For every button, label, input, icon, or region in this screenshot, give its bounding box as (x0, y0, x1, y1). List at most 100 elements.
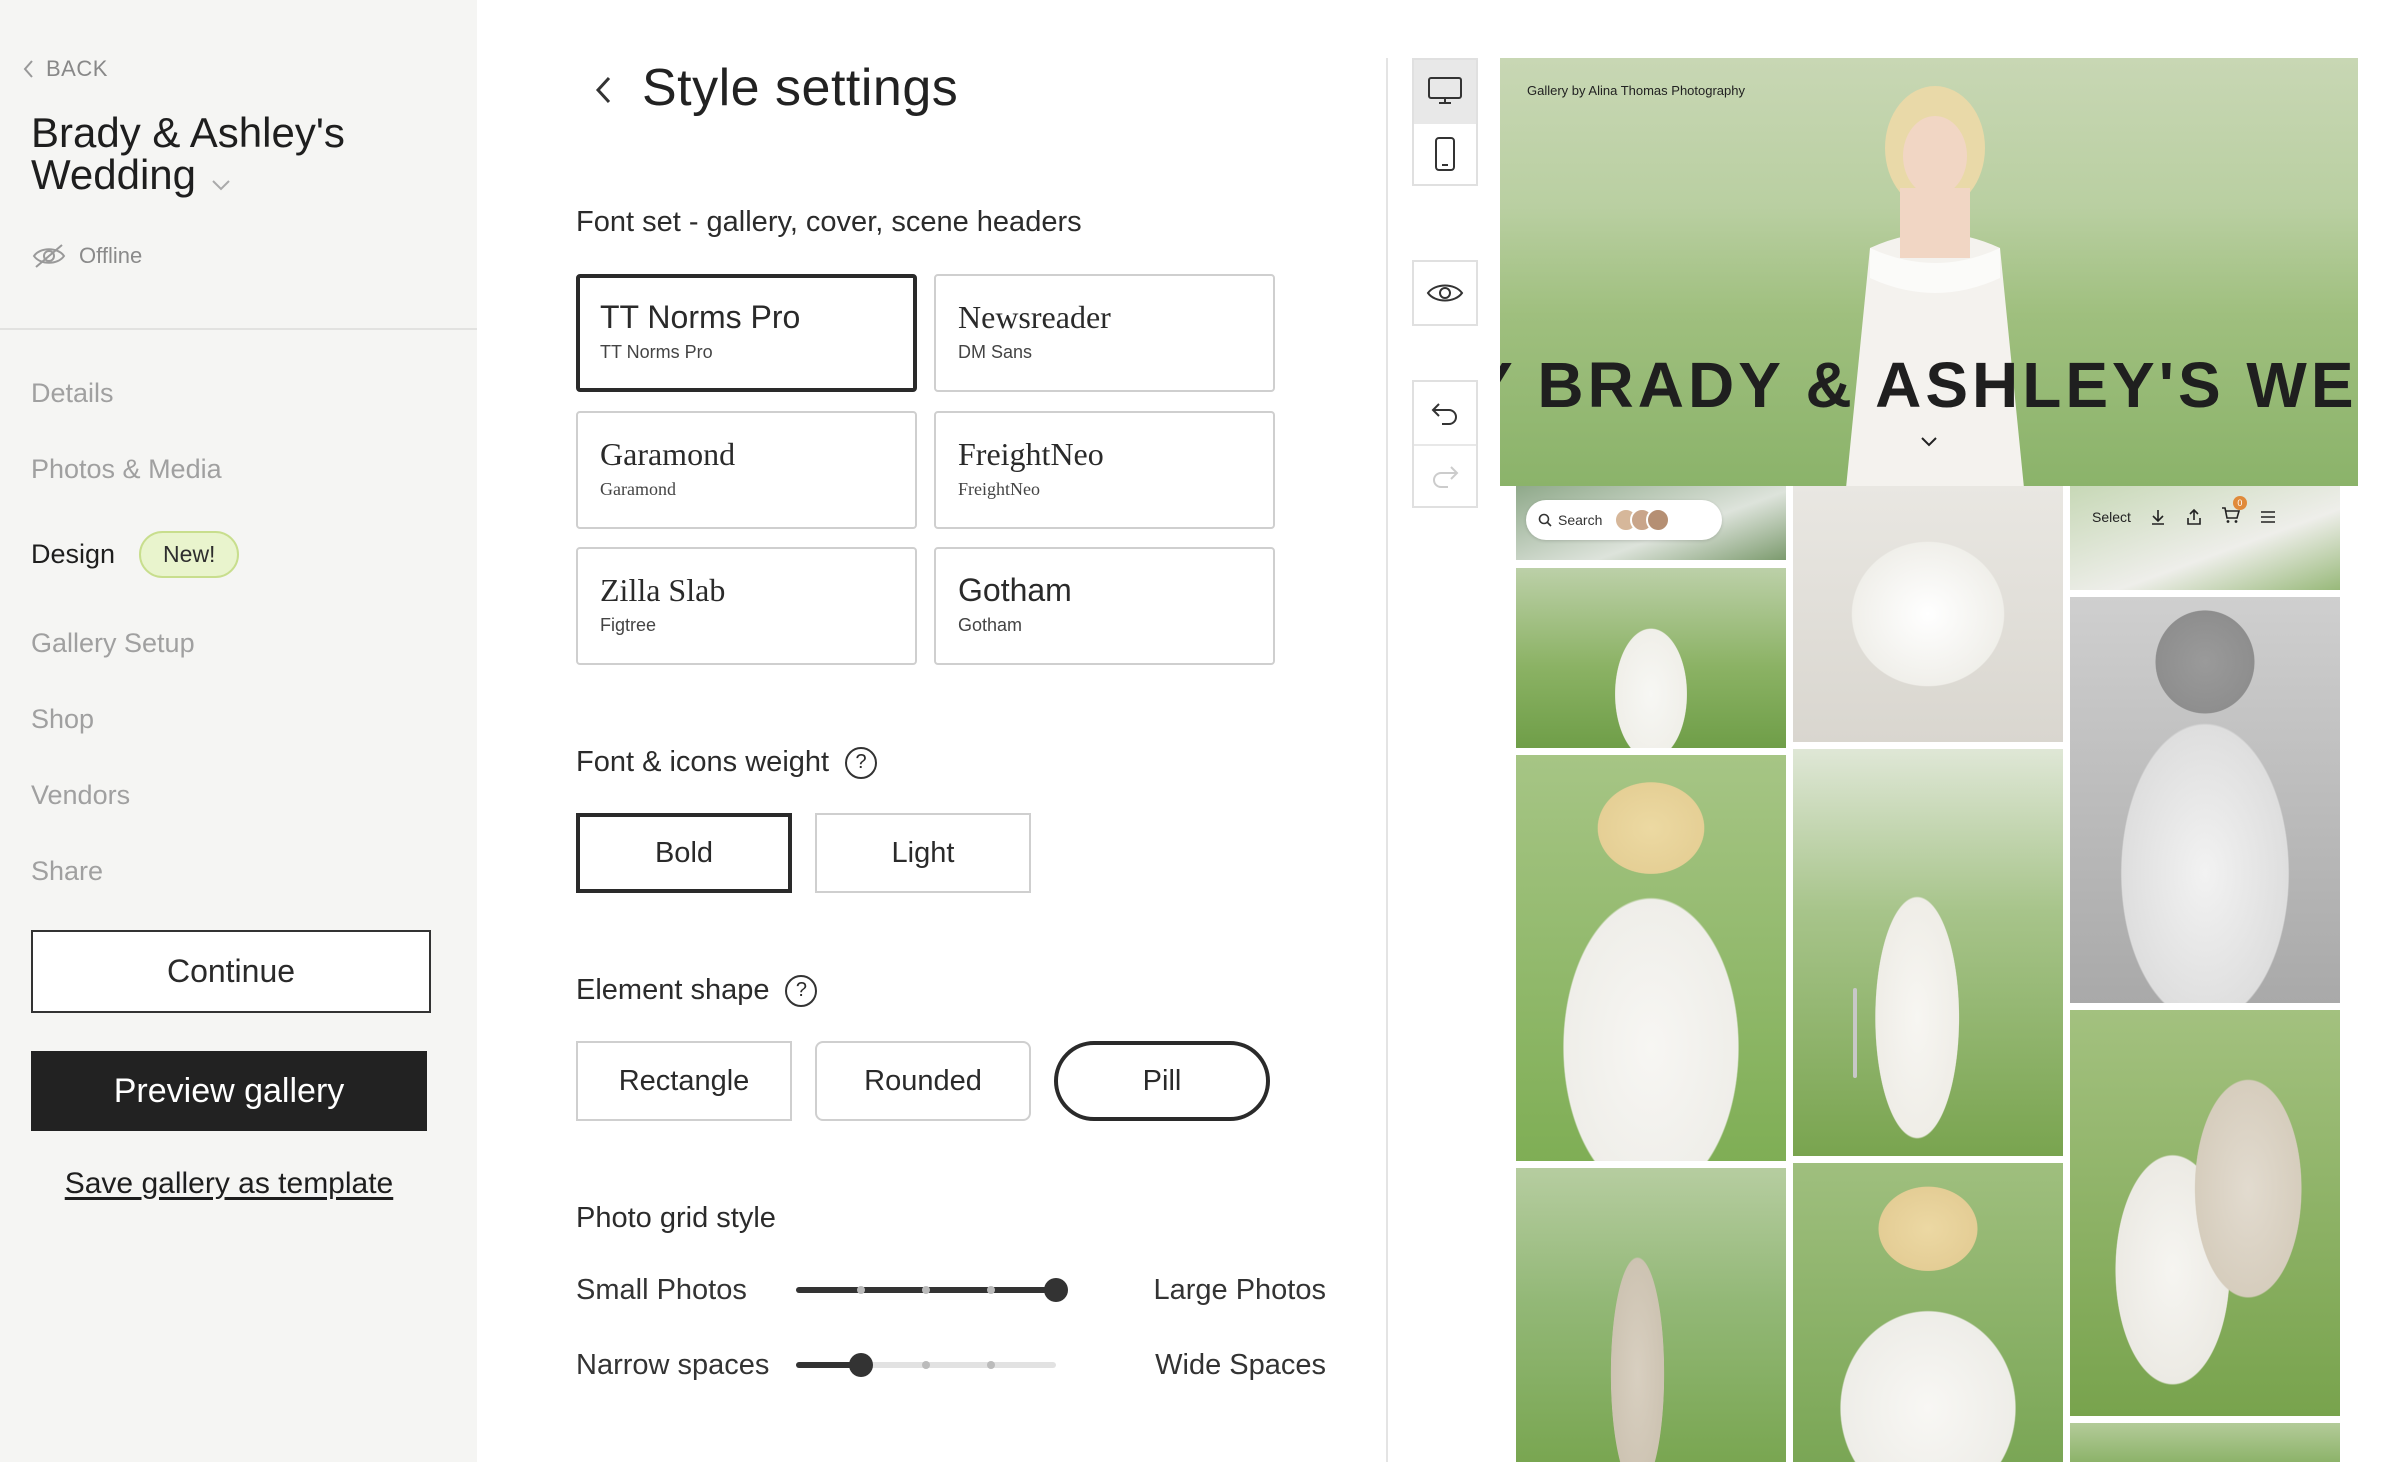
photo-grid-label: Photo grid style (576, 1202, 776, 1235)
slider-tick (987, 1361, 995, 1369)
select-button[interactable]: Select (2092, 509, 2131, 525)
gallery-photo[interactable] (2070, 1423, 2340, 1462)
desktop-icon[interactable] (1414, 60, 1476, 122)
divider (0, 328, 477, 330)
menu-icon[interactable] (2259, 509, 2277, 525)
eye-icon[interactable] (1414, 262, 1476, 324)
spacing-slider-row: Narrow spaces Wide Spaces (576, 1345, 1326, 1385)
download-icon[interactable] (2149, 508, 2167, 526)
font-option-freightneo[interactable]: FreightNeo FreightNeo (934, 411, 1275, 529)
sidebar-item-label: Gallery Setup (31, 628, 195, 658)
font-option-zilla-slab[interactable]: Zilla Slab Figtree (576, 547, 917, 665)
back-label: BACK (46, 56, 108, 81)
sidebar-item-photos-media[interactable]: Photos & Media (31, 454, 222, 485)
mobile-icon[interactable] (1414, 122, 1476, 184)
sidebar-item-shop[interactable]: Shop (31, 704, 94, 735)
slider-tick (987, 1286, 995, 1294)
sidebar-item-vendors[interactable]: Vendors (31, 780, 130, 811)
redo-icon[interactable] (1414, 444, 1476, 506)
gallery-photo[interactable] (2070, 597, 2340, 1003)
share-icon[interactable] (2185, 508, 2203, 526)
cart-count-badge: 0 (2232, 496, 2247, 510)
slider-thumb[interactable] (849, 1353, 873, 1377)
shape-rounded-button[interactable]: Rounded (815, 1041, 1031, 1121)
font-option-sub: Figtree (600, 615, 657, 635)
font-option-garamond[interactable]: Garamond Garamond (576, 411, 917, 529)
help-icon[interactable]: ? (785, 974, 818, 1007)
sidebar-item-details[interactable]: Details (31, 378, 114, 409)
back-link[interactable]: BACK (22, 56, 108, 82)
new-badge: New! (139, 531, 240, 578)
sidebar-item-label: Share (31, 856, 104, 886)
gallery-photo[interactable] (1516, 1168, 1786, 1462)
status-text: Offline (79, 243, 143, 268)
shape-pill-button[interactable]: Pill (1054, 1041, 1270, 1121)
slider-tick (857, 1286, 865, 1294)
slider-min-label: Small Photos (576, 1274, 747, 1306)
font-option-sub: Garamond (600, 479, 676, 499)
weight-light-button[interactable]: Light (815, 813, 1031, 893)
slider-max-label: Large Photos (1153, 1274, 1326, 1306)
weight-bold-button[interactable]: Bold (576, 813, 792, 893)
search-input[interactable]: Search (1526, 500, 1722, 540)
eye-off-icon (32, 244, 66, 268)
gallery-title-dropdown[interactable]: Brady & Ashley's Wedding (31, 112, 431, 199)
continue-button[interactable]: Continue (31, 930, 431, 1013)
font-option-newsreader[interactable]: Newsreader DM Sans (934, 274, 1275, 392)
search-placeholder: Search (1558, 512, 1603, 528)
chevron-left-icon[interactable] (589, 70, 619, 110)
gallery-toolbar: Select 0 (2092, 496, 2277, 527)
sidebar-item-design[interactable]: Design New! (31, 531, 240, 578)
sidebar: BACK Brady & Ashley's Wedding Offline De… (0, 0, 477, 1462)
font-option-name: FreightNeo (958, 436, 1104, 472)
sidebar-item-label: Photos & Media (31, 454, 222, 484)
font-option-sub: FreightNeo (958, 479, 1040, 499)
sidebar-item-label: Design (31, 539, 116, 569)
font-option-name: Garamond (600, 436, 736, 472)
search-icon (1538, 513, 1552, 527)
element-shape-label: Element shape ? (576, 974, 818, 1007)
font-option-name: Gotham (958, 572, 1072, 608)
preview-gallery-button[interactable]: Preview gallery (31, 1051, 427, 1131)
spacing-slider[interactable] (796, 1353, 1056, 1377)
gallery-photo[interactable] (1793, 749, 2063, 1156)
slider-tick (922, 1286, 930, 1294)
sidebar-item-share[interactable]: Share (31, 856, 103, 887)
chevron-left-icon (23, 60, 33, 78)
gallery-photo[interactable] (2070, 1010, 2340, 1416)
cart[interactable]: 0 (2221, 496, 2247, 527)
section-label-text: Photo grid style (576, 1202, 776, 1234)
font-set-label: Font set - gallery, cover, scene headers (576, 206, 1082, 239)
status-indicator: Offline (31, 242, 142, 270)
chevron-down-icon (210, 157, 232, 199)
sidebar-item-label: Shop (31, 704, 95, 734)
font-option-name: TT Norms Pro (600, 299, 801, 335)
style-settings-panel: Style settings Font set - gallery, cover… (477, 0, 1375, 1462)
font-option-tt-norms-pro[interactable]: TT Norms Pro TT Norms Pro (576, 274, 917, 392)
sidebar-item-gallery-setup[interactable]: Gallery Setup (31, 628, 195, 659)
gallery-preview: Gallery by Alina Thomas Photography Y BR… (1500, 58, 2358, 1462)
gallery-photo[interactable] (1516, 568, 1786, 748)
chevron-down-icon[interactable] (1920, 436, 1938, 448)
gallery-photo[interactable] (1516, 755, 1786, 1161)
font-weight-label: Font & icons weight ? (576, 746, 878, 779)
gallery-photo[interactable] (1793, 486, 2063, 742)
avatar[interactable] (1646, 508, 1671, 532)
divider (1386, 58, 1388, 1462)
font-option-sub: Gotham (958, 615, 1023, 635)
font-option-sub: DM Sans (958, 342, 1033, 362)
help-icon[interactable]: ? (845, 746, 878, 779)
gallery-photo[interactable] (2070, 486, 2340, 590)
font-option-name: Newsreader (958, 299, 1111, 335)
slider-min-label: Narrow spaces (576, 1349, 770, 1381)
shape-rectangle-button[interactable]: Rectangle (576, 1041, 792, 1121)
slider-thumb[interactable] (1044, 1278, 1068, 1302)
sidebar-item-label: Vendors (31, 780, 131, 810)
gallery-photo[interactable] (1793, 1163, 2063, 1462)
undo-icon[interactable] (1414, 382, 1476, 444)
font-option-gotham[interactable]: Gotham Gotham (934, 547, 1275, 665)
save-template-link[interactable]: Save gallery as template (31, 1167, 427, 1201)
preview-scrollbar[interactable] (1853, 988, 1857, 1078)
photographer-credit: Gallery by Alina Thomas Photography (1527, 83, 1745, 98)
photo-size-slider[interactable] (796, 1278, 1068, 1302)
